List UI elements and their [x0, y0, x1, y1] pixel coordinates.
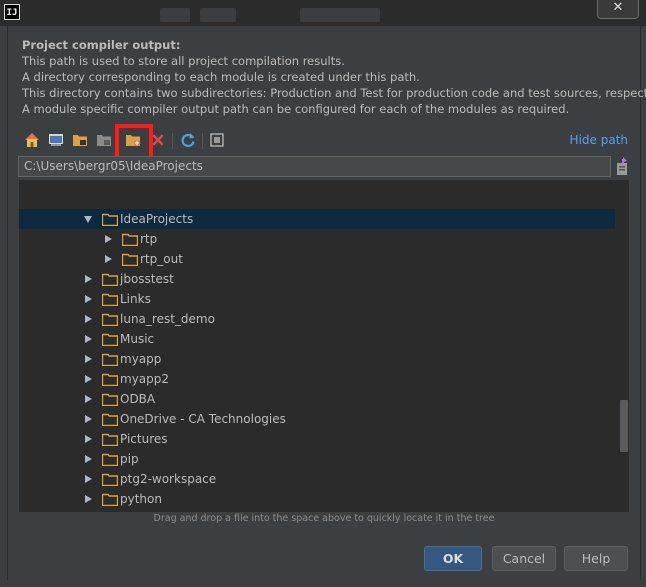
tree-row[interactable]: myapp2: [19, 369, 615, 389]
tree-row-label: Pictures: [120, 432, 168, 446]
highlight-annotation: [115, 124, 153, 160]
folder-icon: [101, 292, 119, 307]
description-header: Project compiler output:: [22, 38, 181, 52]
collapsed-arrow-icon[interactable]: [85, 295, 92, 303]
desktop-icon[interactable]: [46, 130, 66, 150]
scrollbar-thumb[interactable]: [620, 400, 628, 452]
tree-row[interactable]: Pictures: [19, 429, 615, 449]
tree-row-label: ptg2-workspace: [120, 472, 217, 486]
tree-row[interactable]: luna_rest_demo: [19, 309, 615, 329]
tree-row[interactable]: myapp: [19, 349, 615, 369]
collapsed-arrow-icon[interactable]: [85, 415, 92, 423]
folder-icon: [101, 452, 119, 467]
collapsed-arrow-icon[interactable]: [85, 475, 92, 483]
folder-icon: [101, 312, 119, 327]
collapsed-arrow-icon[interactable]: [85, 335, 92, 343]
tree-row-label: Links: [120, 292, 151, 306]
description-line: This path is used to store all project c…: [22, 54, 345, 68]
blurred-background: [160, 8, 190, 22]
folder-icon: [101, 372, 119, 387]
show-hidden-icon[interactable]: [207, 130, 227, 150]
folder-icon: [101, 272, 119, 287]
close-button[interactable]: ✕: [597, 0, 639, 19]
collapsed-arrow-icon[interactable]: [85, 435, 92, 443]
folder-icon: [101, 432, 119, 447]
collapsed-arrow-icon[interactable]: [85, 315, 92, 323]
tree-row-label: Music: [120, 332, 155, 346]
directory-tree[interactable]: Saved Gruntime-EclipseApplicationpythonp…: [18, 179, 630, 513]
tree-row-label: pip: [120, 452, 139, 466]
help-button[interactable]: Help: [564, 546, 628, 571]
folder-icon: [121, 252, 139, 267]
path-input[interactable]: C:\Users\bergr05\IdeaProjects: [18, 156, 611, 177]
tree-row-label: OneDrive - CA Technologies: [120, 412, 286, 426]
tree-row[interactable]: ODBA: [19, 389, 615, 409]
folder-icon: [101, 212, 119, 227]
collapsed-arrow-icon[interactable]: [85, 355, 92, 363]
tree-row[interactable]: rtp: [19, 229, 615, 249]
tree-row[interactable]: IdeaProjects: [19, 209, 615, 229]
app-logo-icon: IJ: [4, 4, 20, 20]
tree-row-label: rtp: [140, 232, 158, 246]
cancel-button[interactable]: Cancel: [492, 546, 556, 571]
folder-icon: [101, 492, 119, 507]
collapsed-arrow-icon[interactable]: [85, 395, 92, 403]
ok-button[interactable]: OK: [424, 546, 482, 571]
collapsed-arrow-icon[interactable]: [85, 375, 92, 383]
description: Project compiler output: This path is us…: [22, 37, 646, 117]
collapsed-arrow-icon[interactable]: [85, 455, 92, 463]
tree-row-label: jbosstest: [120, 272, 174, 286]
tree-row[interactable]: Links: [19, 289, 615, 309]
tree-row[interactable]: pip: [19, 449, 615, 469]
description-line: A module specific compiler output path c…: [22, 102, 570, 116]
blurred-background: [200, 8, 236, 22]
refresh-icon[interactable]: [178, 130, 198, 150]
tree-row-label: python: [120, 492, 162, 506]
tree-row[interactable]: jbosstest: [19, 269, 615, 289]
toolbar-separator: [172, 133, 173, 149]
title-bar: IJ ✕: [0, 0, 646, 26]
folder-icon: [101, 472, 119, 487]
tree-row-label: ODBA: [120, 392, 156, 406]
tree-row[interactable]: Music: [19, 329, 615, 349]
description-line: A directory corresponding to each module…: [22, 70, 420, 84]
tree-scrollbar[interactable]: [619, 180, 629, 512]
toolbar-separator: [202, 133, 203, 149]
tree-row[interactable]: python: [19, 489, 615, 509]
tree-row[interactable]: OneDrive - CA Technologies: [19, 409, 615, 429]
drag-drop-hint: Drag and drop a file into the space abov…: [153, 513, 495, 524]
home-icon[interactable]: [22, 130, 42, 150]
module-folder-icon[interactable]: [94, 130, 114, 150]
tree-row-label: IdeaProjects: [120, 212, 194, 226]
path-history-icon[interactable]: [614, 157, 630, 177]
project-folder-icon[interactable]: [70, 130, 90, 150]
tree-row-label: myapp: [120, 352, 162, 366]
blurred-background: [300, 8, 380, 22]
folder-icon: [101, 332, 119, 347]
hide-path-link[interactable]: Hide path: [570, 133, 628, 147]
collapsed-arrow-icon[interactable]: [85, 275, 92, 283]
description-line: This directory contains two subdirectori…: [22, 86, 646, 100]
tree-row[interactable]: rtp_out: [19, 249, 615, 269]
tree-row-label: luna_rest_demo: [120, 312, 215, 326]
folder-icon: [101, 412, 119, 427]
folder-icon: [121, 232, 139, 247]
tree-row-label: rtp_out: [140, 252, 183, 266]
folder-icon: [101, 352, 119, 367]
folder-icon: [101, 392, 119, 407]
collapsed-arrow-icon[interactable]: [105, 235, 112, 243]
tree-row-label: myapp2: [120, 372, 170, 386]
expanded-arrow-icon[interactable]: [84, 216, 92, 223]
tree-row[interactable]: ptg2-workspace: [19, 469, 615, 489]
compiler-output-dialog: Project compiler output: This path is us…: [7, 26, 646, 580]
collapsed-arrow-icon[interactable]: [105, 255, 112, 263]
collapsed-arrow-icon[interactable]: [85, 495, 92, 503]
